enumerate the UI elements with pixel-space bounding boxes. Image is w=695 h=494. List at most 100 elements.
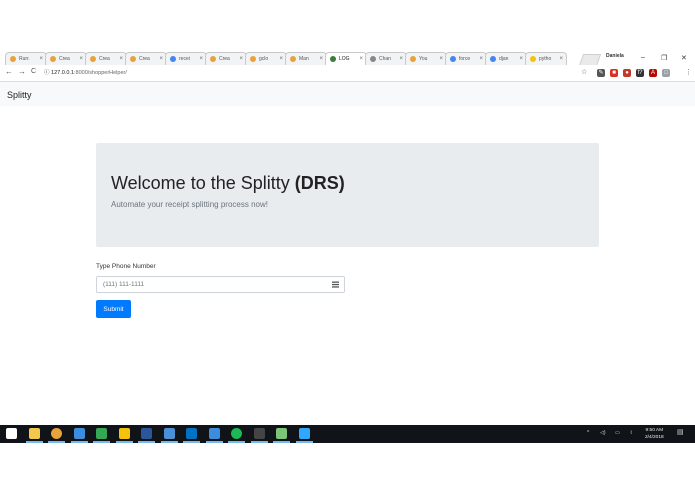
browser-menu-icon[interactable]: ⋮ [685, 68, 692, 76]
running-app-indicator [205, 441, 223, 443]
url-path: :8000/shopperHelper/ [73, 70, 127, 76]
profile-name[interactable]: Daniela [606, 53, 624, 59]
tab-close-icon[interactable]: × [39, 56, 43, 62]
tab-close-icon[interactable]: × [239, 56, 243, 62]
title-bold: (DRS) [294, 173, 345, 193]
browser-tab[interactable]: Crea × [125, 52, 167, 65]
eyedropper-extension-icon[interactable]: ✎ [597, 69, 605, 77]
square-extension-icon[interactable]: □ [662, 69, 670, 77]
bookmark-star-icon[interactable]: ☆ [581, 68, 587, 76]
photoshop-icon[interactable] [298, 428, 310, 439]
network-icon[interactable]: ⌇ [630, 430, 632, 436]
tab-label: Chan [379, 56, 391, 62]
function-extension-icon[interactable]: f? [636, 69, 644, 77]
system-clock[interactable]: 9:50 AM 2/4/2018 [645, 427, 664, 441]
tab-label: recei [179, 56, 190, 62]
tab-label: djan [499, 56, 509, 62]
maximize-button[interactable]: ❐ [661, 54, 667, 62]
browser-tab[interactable]: Man × [285, 52, 327, 65]
tab-close-icon[interactable]: × [279, 56, 283, 62]
browser-tab[interactable]: recei × [165, 52, 207, 65]
browser-tab[interactable]: gclo × [245, 52, 287, 65]
browser-tab[interactable]: Chan × [365, 52, 407, 65]
adblock-extension-icon[interactable]: ■ [610, 69, 618, 77]
jumbotron: Welcome to the Splitty (DRS) Automate yo… [96, 143, 599, 247]
speaker-icon[interactable]: ◁) [600, 430, 606, 436]
tab-favicon-icon [10, 56, 16, 62]
tab-label: LOG [339, 56, 350, 62]
acrobat-extension-icon[interactable]: A [649, 69, 657, 77]
tab-close-icon[interactable]: × [119, 56, 123, 62]
back-button[interactable]: ← [5, 67, 13, 76]
tab-close-icon[interactable]: × [359, 56, 363, 62]
running-app-indicator [115, 441, 133, 443]
browser-tab[interactable]: You × [405, 52, 447, 65]
store-icon[interactable] [73, 428, 85, 439]
tab-close-icon[interactable]: × [559, 56, 563, 62]
remote-icon[interactable] [163, 428, 175, 439]
tab-favicon-icon [410, 56, 416, 62]
app-green-icon[interactable] [96, 428, 107, 439]
tab-close-icon[interactable]: × [159, 56, 163, 62]
app-hamster-icon[interactable] [118, 428, 130, 439]
tab-label: Run: [19, 56, 30, 62]
tab-close-icon[interactable]: × [319, 56, 323, 62]
tab-label: Crea [139, 56, 150, 62]
tab-close-icon[interactable]: × [399, 56, 403, 62]
browser-tab[interactable]: Run: × [5, 52, 47, 65]
tab-label: You [419, 56, 428, 62]
tray-overflow-icon[interactable]: ^ [587, 430, 589, 436]
forward-button[interactable]: → [18, 67, 26, 76]
tab-label: Man [299, 56, 309, 62]
browser-tab[interactable]: force × [445, 52, 487, 65]
close-window-button[interactable]: ✕ [681, 54, 687, 62]
reload-button[interactable]: C [31, 68, 36, 75]
tab-close-icon[interactable]: × [79, 56, 83, 62]
clock-time: 9:50 AM [645, 428, 664, 433]
word-icon[interactable] [141, 428, 152, 439]
battery-icon[interactable]: ▭ [615, 430, 620, 436]
app-blue-icon[interactable] [208, 428, 220, 439]
notepad-icon[interactable] [276, 428, 287, 439]
tab-favicon-icon [50, 56, 56, 62]
tab-label: Crea [99, 56, 110, 62]
browser-tab[interactable]: Crea × [205, 52, 247, 65]
start-icon[interactable] [6, 428, 17, 439]
browser-tab[interactable]: LOG × [325, 52, 367, 65]
shield-extension-icon[interactable]: ● [623, 69, 631, 77]
spotify-icon[interactable] [231, 428, 242, 439]
phone-input[interactable] [96, 276, 345, 293]
file-explorer-icon[interactable] [28, 428, 40, 439]
tab-favicon-icon [90, 56, 96, 62]
app-navbar: Splitty [0, 82, 695, 106]
submit-button[interactable]: Submit [96, 300, 131, 318]
browser-tab[interactable]: djan × [485, 52, 527, 65]
running-app-indicator [273, 441, 290, 443]
minimize-button[interactable]: – [641, 54, 645, 61]
browser-tab[interactable]: pytho × [525, 52, 567, 65]
tab-favicon-icon [170, 56, 176, 62]
site-info-icon[interactable]: ⓘ [44, 70, 50, 76]
clock-date: 2/4/2018 [645, 435, 664, 440]
outlook-icon[interactable] [186, 428, 197, 439]
chrome-icon[interactable] [51, 428, 62, 439]
notifications-icon[interactable]: ▤ [677, 428, 684, 436]
tab-close-icon[interactable]: × [519, 56, 523, 62]
address-bar[interactable]: ⓘ 127.0.0.1:8000/shopperHelper/ [44, 68, 127, 76]
navbar-brand[interactable]: Splitty [7, 90, 32, 100]
tab-favicon-icon [370, 56, 376, 62]
browser-tab[interactable]: Crea × [45, 52, 87, 65]
tab-favicon-icon [530, 56, 536, 62]
tab-close-icon[interactable]: × [439, 56, 443, 62]
page-subtitle: Automate your receipt splitting process … [111, 200, 268, 209]
tab-label: pytho [539, 56, 552, 62]
terminal-icon[interactable] [253, 428, 265, 439]
phone-label: Type Phone Number [96, 263, 156, 270]
tab-close-icon[interactable]: × [479, 56, 483, 62]
running-app-indicator [93, 441, 110, 443]
running-app-indicator [160, 441, 178, 443]
running-app-indicator [70, 441, 88, 443]
browser-tab[interactable]: Crea × [85, 52, 127, 65]
tab-close-icon[interactable]: × [199, 56, 203, 62]
autofill-list-icon[interactable] [332, 281, 339, 288]
